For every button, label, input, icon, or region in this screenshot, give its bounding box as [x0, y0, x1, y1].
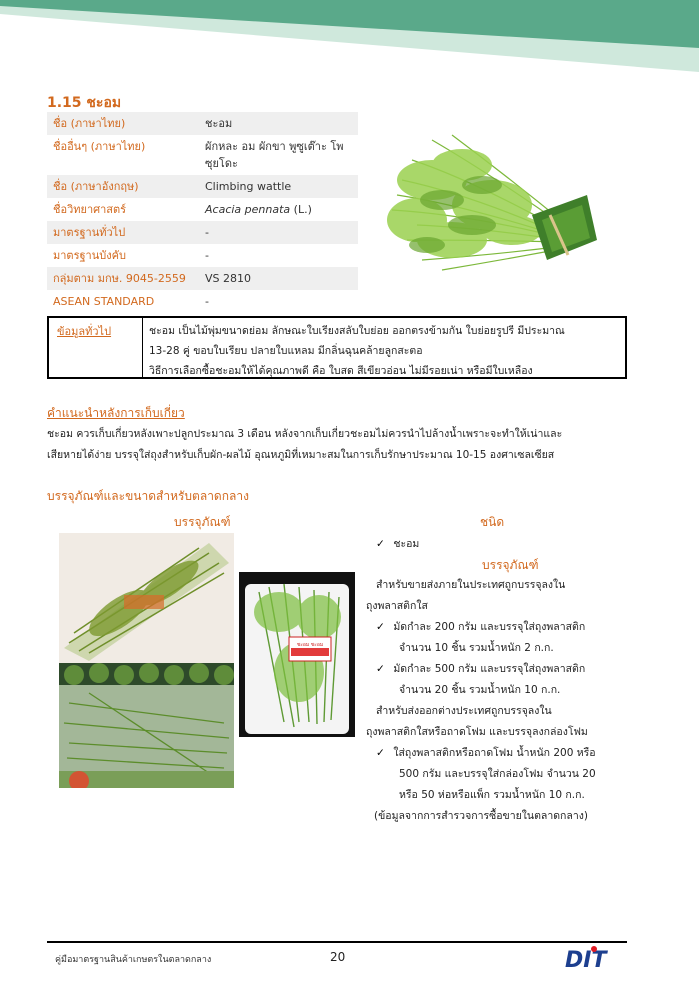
package-heading: บรรจุภัณฑ์	[482, 558, 539, 572]
page-number: 20	[330, 950, 346, 964]
info-key: ชื่อ (ภาษาไทย)	[47, 112, 199, 135]
info-key: มาตรฐานบังคับ	[53, 249, 126, 262]
general-line: ชะอม เป็นไม้พุ่มขนาดย่อม ลักษณะใบเรียงสล…	[149, 325, 565, 337]
list-item: ✓ มัดกำละ 200 กรัม และบรรจุใส่ถุงพลาสติก	[366, 617, 636, 638]
harvest-line: เสียหายได้ง่าย บรรจุใส่ถุงสำหรับเก็บผัก-…	[47, 449, 555, 461]
general-line: วิธีการเลือกซื้อชะอมให้ได้คุณภาพดี คือ ใ…	[149, 365, 533, 377]
package-details: สำหรับขายส่งภายในประเทศถูกบรรจุลงใน ถุงพ…	[366, 575, 636, 827]
list-item: ✓ มัดกำละ 500 กรัม และบรรจุใส่ถุงพลาสติก	[366, 659, 636, 680]
footer-line	[47, 941, 627, 943]
info-row: ชื่อ (ภาษาอังกฤษ) Climbing wattle	[47, 175, 358, 198]
check-icon: ✓	[376, 538, 385, 550]
list-item-cont: จำนวน 10 ชิ้น รวมน้ำหนัก 2 ก.ก.	[399, 642, 554, 654]
package-photo-bag	[59, 533, 234, 663]
info-key: ชื่อวิทยาศาสตร์	[53, 203, 127, 216]
info-value: Climbing wattle	[199, 175, 358, 198]
info-key: มาตรฐานทั่วไป	[47, 221, 199, 244]
harvest-text: ชะอม ควรเก็บเกี่ยวหลังเพาะปลูกประมาณ 3 เ…	[47, 424, 647, 466]
list-item: ✓ ใส่ถุงพลาสติกหรือถาดโฟม น้ำหนัก 200 หร…	[366, 743, 636, 764]
info-row: กลุ่มตาม มกษ. 9045-2559 VS 2810	[47, 267, 358, 290]
general-info-label: ข้อมูลทั่วไป	[57, 325, 112, 338]
export-line: ถุงพลาสติกใสหรือถาดโฟม และบรรจุลงกล่องโฟ…	[366, 726, 588, 738]
packaging-title: บรรจุภัณฑ์และขนาดสำหรับตลาดกลาง	[47, 489, 249, 503]
info-row: ชื่อวิทยาศาสตร์ Acacia pennata (L.)	[47, 198, 358, 221]
check-icon: ✓	[376, 663, 385, 675]
info-row: มาตรฐานทั่วไป -	[47, 221, 358, 244]
column-packaging: บรรจุภัณฑ์	[174, 515, 231, 529]
info-row: ชื่อ (ภาษาไทย) ชะอม	[47, 112, 358, 135]
package-photo-market	[59, 663, 234, 788]
info-row: ชื่ออื่นๆ (ภาษาไทย) ผักหละ อม ผักขา พูซู…	[47, 135, 358, 175]
domestic-line: สำหรับขายส่งภายในประเทศถูกบรรจุลงใน	[376, 579, 566, 591]
type-item-label: ชะอม	[393, 538, 420, 550]
info-key: ASEAN STANDARD	[53, 295, 155, 308]
info-key: กลุ่มตาม มกษ. 9045-2559	[47, 267, 199, 290]
info-value: Acacia pennata (L.)	[199, 198, 358, 221]
info-table: ชื่อ (ภาษาไทย) ชะอม ชื่ออื่นๆ (ภาษาไทย) …	[47, 112, 358, 313]
harvest-title: คำแนะนำหลังการเก็บเกี่ยว	[47, 406, 185, 420]
type-item: ✓ ชะอม	[376, 534, 419, 555]
column-type: ชนิด	[480, 515, 505, 529]
info-value: VS 2810	[199, 267, 358, 290]
scientific-author: (L.)	[290, 203, 312, 216]
list-item-cont: 500 กรัม และบรรจุใส่กล่องโฟม จำนวน 20	[399, 768, 596, 780]
footer-text: คู่มือมาตรฐานสินค้าเกษตรในตลาดกลาง	[55, 955, 212, 965]
header-band	[0, 0, 699, 72]
cha-om-bundle-image	[387, 134, 597, 271]
info-key: ชื่ออื่นๆ (ภาษาไทย)	[53, 140, 146, 153]
info-key: ชื่อ (ภาษาอังกฤษ)	[47, 175, 199, 198]
check-icon: ✓	[376, 621, 385, 633]
package-photo-tray: ชะอม ชะอม	[239, 572, 355, 737]
dit-logo-text: DIT	[565, 948, 608, 972]
info-row: มาตรฐานบังคับ -	[47, 244, 358, 267]
list-item-cont: หรือ 50 ห่อหรือแพ็ก รวมน้ำหนัก 10 ก.ก.	[399, 789, 585, 801]
info-row: ASEAN STANDARD -	[47, 290, 358, 313]
dit-logo: DIT	[565, 946, 608, 972]
scientific-name: Acacia pennata	[205, 203, 291, 216]
general-info-text: ชะอม เป็นไม้พุ่มขนาดย่อม ลักษณะใบเรียงสล…	[149, 321, 624, 381]
general-line: 13-28 คู่ ขอบใบเรียบ ปลายใบแหลม มีกลิ่นฉ…	[149, 345, 423, 357]
list-item-text: ใส่ถุงพลาสติกหรือถาดโฟม น้ำหนัก 200 หรือ	[393, 747, 596, 759]
tray-label: ชะอม ชะอม	[297, 642, 323, 648]
export-line: สำหรับส่งออกต่างประเทศถูกบรรจุลงใน	[376, 705, 552, 717]
list-item-cont: จำนวน 20 ชิ้น รวมน้ำหนัก 10 ก.ก.	[399, 684, 561, 696]
domestic-line: ถุงพลาสติกใส	[366, 600, 428, 612]
info-value: -	[199, 221, 358, 244]
info-value: -	[205, 249, 209, 262]
harvest-line: ชะอม ควรเก็บเกี่ยวหลังเพาะปลูกประมาณ 3 เ…	[47, 428, 563, 440]
general-info-box: ข้อมูลทั่วไป ชะอม เป็นไม้พุ่มขนาดย่อม ลั…	[47, 316, 627, 379]
list-item-text: มัดกำละ 500 กรัม และบรรจุใส่ถุงพลาสติก	[393, 663, 586, 675]
section-title: 1.15 ชะอม	[47, 95, 122, 111]
check-icon: ✓	[376, 747, 385, 759]
source-note: (ข้อมูลจากการสำรวจการซื้อขายในตลาดกลาง)	[374, 810, 588, 822]
info-value: -	[205, 295, 209, 308]
divider	[142, 318, 143, 377]
info-value: ผักหละ อม ผักขา พูซูเต๊าะ โพซุยโดะ	[205, 140, 344, 170]
info-value: ชะอม	[199, 112, 358, 135]
list-item-text: มัดกำละ 200 กรัม และบรรจุใส่ถุงพลาสติก	[393, 621, 586, 633]
